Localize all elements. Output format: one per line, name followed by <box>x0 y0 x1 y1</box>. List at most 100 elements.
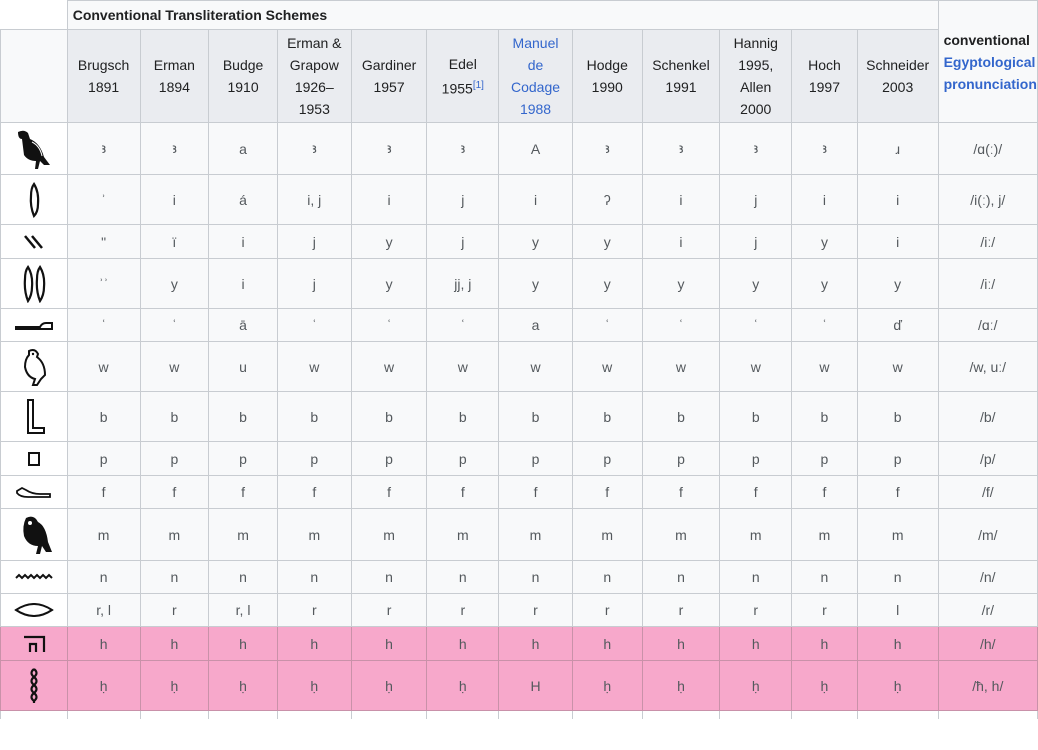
transliteration-cell: i <box>791 174 858 225</box>
scheme-header-line: 2003 <box>882 79 914 95</box>
scheme-header-line: 1955 <box>441 80 473 97</box>
transliteration-cell: ʿ <box>641 308 721 342</box>
corner-cell <box>0 0 68 30</box>
reed-shelter-glyph[interactable] <box>0 626 68 661</box>
scheme-header-4: Gardiner 1957 <box>350 29 428 123</box>
egyptological-link[interactable]: Egyptological <box>944 54 1036 70</box>
reference-link[interactable]: [1] <box>473 80 484 91</box>
transliteration-cell: p <box>856 441 939 476</box>
strip-cell <box>498 710 573 719</box>
scheme-header-6[interactable]: Manuel de Codage 1988 <box>498 29 573 123</box>
strokes-glyph[interactable] <box>0 224 68 259</box>
transliteration-cell: f <box>791 475 858 509</box>
transliteration-cell: j <box>276 224 352 259</box>
transliteration-cell: b <box>791 391 858 442</box>
transliteration-cell: p <box>276 441 352 476</box>
transliteration-cell: ʿ <box>350 308 428 342</box>
table-body: ꜣ ꜣ a ꜣ ꜣ ꜣ Aꜣ ꜣ ꜣ ꜣ ɹ/ɑ(ː)/ʾ i á i, j i j i ʔ i j i i/i(ː), … <box>0 122 1038 719</box>
scheme-header-line: 1997 <box>808 79 841 95</box>
scheme-header-line: Hodge <box>586 57 628 73</box>
pronunciation-cell: /h/ <box>937 626 1038 661</box>
pronunciation-link[interactable]: pronunciation <box>944 76 1037 92</box>
scheme-header-line: Brugsch <box>77 57 130 73</box>
transliteration-cell: m <box>856 508 939 561</box>
table-row: r, l r r, l r r r r r r r r l/r/ <box>0 593 1038 627</box>
transliteration-cell: y <box>719 258 793 309</box>
transliteration-cell: h <box>571 626 643 661</box>
transliteration-cell: ʿ <box>66 308 141 342</box>
scheme-header-0: Brugsch 1891 <box>66 29 141 123</box>
table-row: ꜣ ꜣ a ꜣ ꜣ ꜣ Aꜣ ꜣ ꜣ ꜣ ɹ/ɑ(ː)/ <box>0 122 1038 175</box>
transliteration-cell: n <box>498 560 573 594</box>
transliteration-cell: p <box>719 441 793 476</box>
transliteration-cell: b <box>856 391 939 442</box>
scheme-header-line: Edel <box>448 55 477 72</box>
transliteration-cell: i <box>641 224 721 259</box>
transliteration-cell: m <box>139 508 210 561</box>
quail-chick-glyph[interactable] <box>0 341 68 392</box>
transliteration-cell: u <box>208 341 278 392</box>
stool-glyph[interactable] <box>0 441 68 476</box>
scheme-header-2: Budge 1910 <box>208 29 278 123</box>
transliteration-cell: ʿ <box>276 308 352 342</box>
transliteration-table: Conventional Transliteration Schemes con… <box>0 0 1038 719</box>
transliteration-cell: A <box>498 122 573 175</box>
owl-glyph[interactable] <box>0 508 68 561</box>
transliteration-cell: n <box>139 560 210 594</box>
transliteration-cell: h <box>498 626 573 661</box>
transliteration-cell: ḥ <box>350 660 428 711</box>
transliteration-cell: b <box>719 391 793 442</box>
arm-glyph[interactable] <box>0 308 68 342</box>
scheme-header-line: 1891 <box>88 79 120 95</box>
strip-cell <box>139 710 210 719</box>
transliteration-cell: y <box>791 258 858 309</box>
scheme-header-line: 1910 <box>227 79 259 95</box>
transliteration-cell: h <box>856 626 939 661</box>
transliteration-cell: i <box>498 174 573 225</box>
transliteration-cell: i <box>641 174 721 225</box>
transliteration-cell: f <box>719 475 793 509</box>
table-caption: Conventional Transliteration Schemes <box>66 0 939 30</box>
transliteration-cell: b <box>571 391 643 442</box>
transliteration-cell: p <box>208 441 278 476</box>
scheme-header-line: Hoch <box>808 57 841 73</box>
transliteration-cell: p <box>426 441 500 476</box>
horned-viper-glyph[interactable] <box>0 475 68 509</box>
transliteration-cell: h <box>350 626 428 661</box>
transliteration-cell: r <box>139 593 210 627</box>
table-row: w w u w w w w w w w w w/w, uː/ <box>0 341 1038 392</box>
transliteration-cell: n <box>426 560 500 594</box>
transliteration-cell: ḥ <box>791 660 858 711</box>
transliteration-cell: w <box>571 341 643 392</box>
scheme-header-9: Hannig 1995, Allen 2000 <box>719 29 793 123</box>
transliteration-cell: p <box>498 441 573 476</box>
transliteration-cell: ʾ <box>66 174 141 225</box>
transliteration-cell: f <box>208 475 278 509</box>
foot-glyph[interactable] <box>0 391 68 442</box>
reed-glyph[interactable] <box>0 174 68 225</box>
pronunciation-header: conventional Egyptological pronunciation <box>937 0 1038 123</box>
mouth-glyph[interactable] <box>0 593 68 627</box>
transliteration-cell: ḥ <box>571 660 643 711</box>
transliteration-table-wrap: Conventional Transliteration Schemes con… <box>0 0 1038 719</box>
transliteration-cell: r <box>719 593 793 627</box>
scheme-header-7: Hodge 1990 <box>571 29 643 123</box>
table-row: ʺ ï i j y j y y i j y i/iː/ <box>0 224 1038 259</box>
table-row: p p p p p p p p p p p p/p/ <box>0 441 1038 476</box>
table-continuation-strip <box>0 710 1038 719</box>
transliteration-cell: ḥ <box>139 660 210 711</box>
transliteration-cell: n <box>66 560 141 594</box>
vulture-glyph[interactable] <box>0 122 68 175</box>
transliteration-cell: n <box>350 560 428 594</box>
transliteration-cell: m <box>426 508 500 561</box>
transliteration-cell: i <box>856 224 939 259</box>
water-glyph[interactable] <box>0 560 68 594</box>
twisted-wick-glyph[interactable] <box>0 660 68 711</box>
strip-cell <box>641 710 721 719</box>
transliteration-cell: w <box>350 341 428 392</box>
transliteration-cell: n <box>276 560 352 594</box>
table-row: ʾ i á i, j i j i ʔ i j i i/i(ː), j/ <box>0 174 1038 225</box>
strip-cell <box>426 710 500 719</box>
transliteration-cell: a <box>498 308 573 342</box>
double-reed-glyph[interactable] <box>0 258 68 309</box>
